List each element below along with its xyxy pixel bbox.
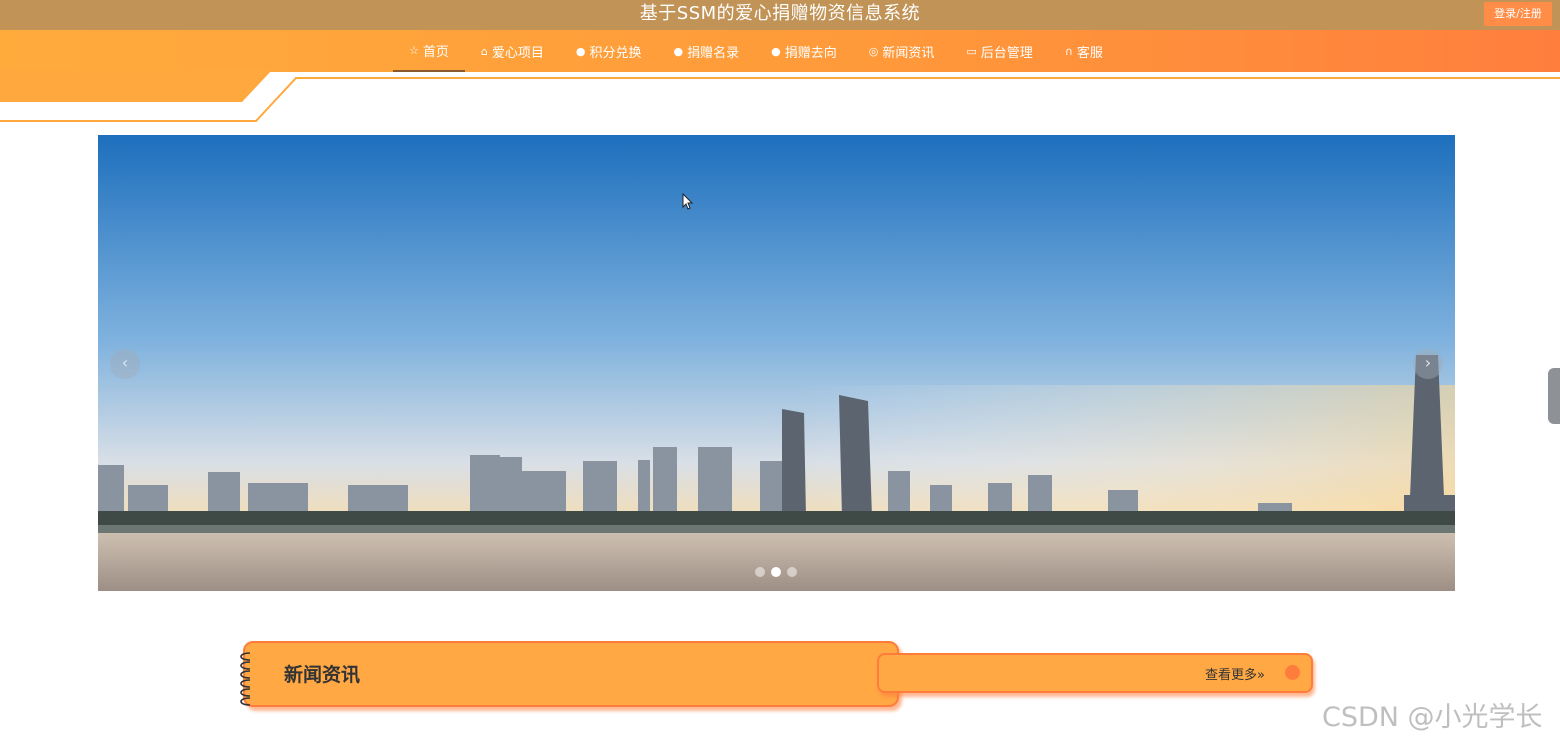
nav-label: 爱心项目 bbox=[491, 45, 544, 61]
carousel-indicators bbox=[755, 567, 797, 577]
nav-label: 首页 bbox=[422, 44, 449, 60]
question-circle-icon: ● bbox=[673, 44, 684, 58]
login-register-button[interactable]: 登录/注册 bbox=[1484, 2, 1552, 26]
star-icon: ☆ bbox=[409, 43, 419, 57]
carousel-next-button[interactable]: › bbox=[1413, 349, 1443, 379]
bag-icon: ⌂ bbox=[480, 44, 488, 58]
nav-label: 后台管理 bbox=[980, 45, 1033, 61]
carousel-dot[interactable] bbox=[755, 567, 765, 577]
site-title: 基于SSM的爱心捐赠物资信息系统 bbox=[639, 3, 921, 24]
globe-icon: ◎ bbox=[868, 44, 879, 58]
nav-item-donation-destination[interactable]: ● 捐赠去向 bbox=[755, 30, 853, 72]
exclamation-circle-icon: ● bbox=[575, 44, 586, 58]
nav-label: 新闻资讯 bbox=[882, 45, 935, 61]
nav-item-charity-projects[interactable]: ⌂ 爱心项目 bbox=[465, 30, 560, 72]
nav-item-home[interactable]: ☆ 首页 bbox=[393, 30, 465, 72]
side-scroll-tab[interactable] bbox=[1548, 368, 1560, 424]
main-nav: ☆ 首页 ⌂ 爱心项目 ● 积分兑换 ● 捐赠名录 ● 捐赠去向 ◎ 新闻资讯 … bbox=[393, 30, 1119, 72]
nav-decoration bbox=[0, 70, 1560, 122]
nav-label: 捐赠名录 bbox=[687, 45, 740, 61]
nav-label: 积分兑换 bbox=[589, 45, 642, 61]
info-circle-icon: ● bbox=[771, 44, 781, 58]
spiral-binding-icon bbox=[240, 652, 251, 706]
top-title-bar: 基于SSM的爱心捐赠物资信息系统 登录/注册 bbox=[0, 0, 1560, 30]
watermark: CSDN @小光学长 bbox=[1322, 702, 1543, 733]
city-skyline-image bbox=[98, 135, 1455, 591]
nav-item-customer-service[interactable]: ∩ 客服 bbox=[1049, 30, 1119, 72]
headset-icon: ∩ bbox=[1064, 44, 1073, 58]
banner-carousel[interactable]: ‹ › bbox=[98, 135, 1455, 591]
news-section-title: 新闻资讯 bbox=[284, 664, 361, 686]
carousel-prev-button[interactable]: ‹ bbox=[110, 349, 140, 379]
nav-label: 客服 bbox=[1076, 45, 1103, 61]
briefcase-icon: ▭ bbox=[966, 44, 977, 58]
mouse-cursor-icon bbox=[682, 193, 694, 210]
carousel-dot-active[interactable] bbox=[771, 567, 781, 577]
nav-item-admin[interactable]: ▭ 后台管理 bbox=[950, 30, 1048, 72]
nav-label: 捐赠去向 bbox=[784, 45, 837, 61]
nav-item-points-exchange[interactable]: ● 积分兑换 bbox=[560, 30, 658, 72]
dot-icon bbox=[1285, 665, 1300, 680]
nav-item-donation-list[interactable]: ● 捐赠名录 bbox=[658, 30, 756, 72]
carousel-dot[interactable] bbox=[787, 567, 797, 577]
nav-item-news[interactable]: ◎ 新闻资讯 bbox=[853, 30, 951, 72]
view-more-link[interactable]: 查看更多» bbox=[1205, 664, 1265, 683]
